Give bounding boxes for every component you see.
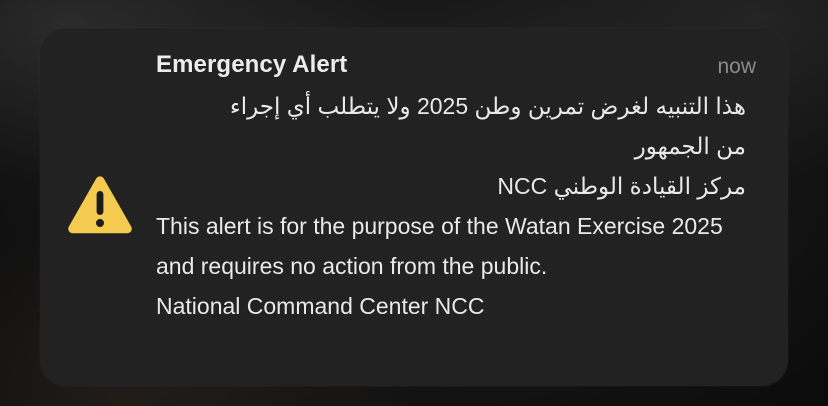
notification-title: Emergency Alert: [156, 51, 348, 78]
arabic-sender: مركز القيادة الوطني NCC: [497, 173, 746, 199]
notification-body: هذا التنبيه لغرض تمرين وطن 2025 ولا يتطل…: [156, 86, 746, 326]
english-message: This alert is for the purpose of the Wat…: [156, 213, 723, 279]
arabic-message-line-1: هذا التنبيه لغرض تمرين وطن 2025 ولا يتطل…: [229, 93, 746, 119]
arabic-message: هذا التنبيه لغرض تمرين وطن 2025 ولا يتطل…: [156, 86, 746, 166]
arabic-message-line-2: من الجمهور: [634, 133, 746, 159]
english-sender: National Command Center NCC: [156, 293, 485, 319]
emergency-alert-notification[interactable]: Emergency Alert now هذا التنبيه لغرض تمر…: [40, 28, 788, 386]
notification-timestamp: now: [717, 55, 756, 78]
warning-triangle-icon: [68, 176, 132, 234]
